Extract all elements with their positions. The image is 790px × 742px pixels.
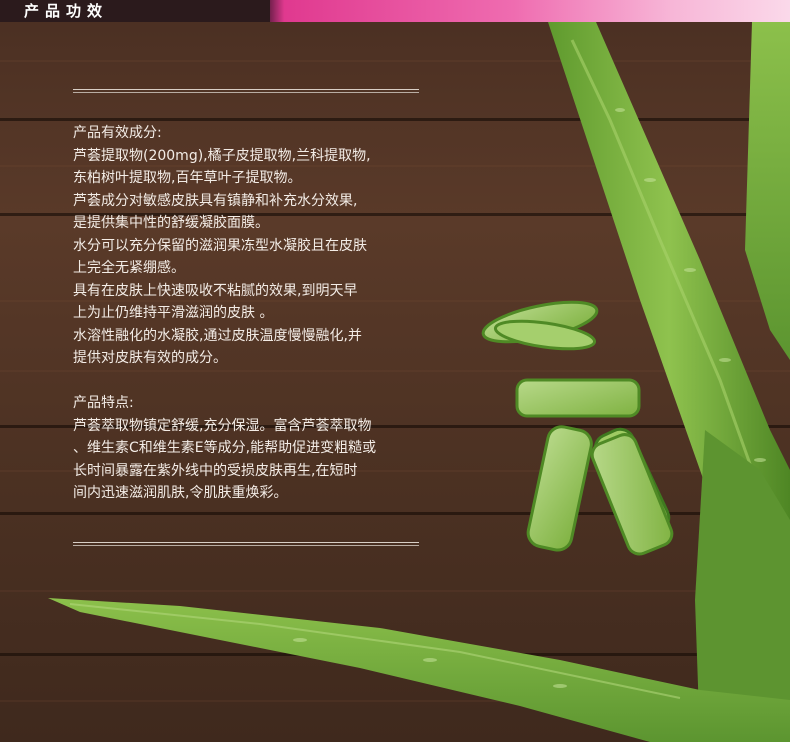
text-line: 水分可以充分保留的滋润果冻型水凝胶且在皮肤 bbox=[73, 237, 367, 254]
product-description: 产品有效成分: 芦荟提取物(200mg),橘子皮提取物,兰科提取物, 东柏树叶提… bbox=[73, 122, 433, 505]
text-line: 是提供集中性的舒缓凝胶面膜。 bbox=[73, 215, 269, 231]
text-line: 芦荟提取物(200mg),橘子皮提取物,兰科提取物, bbox=[73, 147, 371, 164]
section-heading: 产品特点: bbox=[73, 395, 134, 411]
aloe-leaf-right bbox=[745, 22, 790, 360]
bottom-divider bbox=[73, 542, 419, 546]
text-line: 、维生素C和维生素E等成分,能帮助促进变粗糙或 bbox=[73, 440, 377, 456]
section-heading: 产品有效成分: bbox=[73, 125, 162, 141]
text-line: 上完全无紧绷感。 bbox=[73, 260, 185, 276]
aloe-cut-piece bbox=[590, 433, 674, 556]
aloe-cut-piece bbox=[515, 378, 641, 418]
text-line: 水溶性融化的水凝胶,通过皮肤温度慢慢融化,并 bbox=[73, 327, 362, 344]
aloe-cut-piece bbox=[526, 425, 593, 552]
text-line: 长时间暴露在紫外线中的受损皮肤再生,在短时 bbox=[73, 462, 358, 479]
product-effects-panel: 产品功效 产品有效成分: 芦荟提取物(200mg),橘子皮提取物,兰科提取物, … bbox=[0, 0, 790, 742]
aloe-leaf-bottom bbox=[48, 598, 790, 742]
text-line: 间内迅速滋润肌肤,令肌肤重焕彩。 bbox=[73, 485, 288, 501]
header-title: 产品功效 bbox=[24, 2, 109, 20]
text-line: 提供对皮肤有效的成分。 bbox=[73, 350, 227, 366]
text-line: 上为止仍维持平滑滋润的皮肤 。 bbox=[73, 305, 274, 321]
text-line: 东柏树叶提取物,百年草叶子提取物。 bbox=[73, 170, 302, 186]
text-line: 具有在皮肤上快速吸收不粘腻的效果,到明天早 bbox=[73, 282, 358, 299]
text-line: 芦荟萃取物镇定舒缓,充分保湿。富含芦荟萃取物 bbox=[73, 417, 372, 434]
text-line: 芦荟成分对敏感皮肤具有镇静和补充水分效果, bbox=[73, 192, 358, 209]
top-divider bbox=[73, 89, 419, 93]
header-bar: 产品功效 bbox=[0, 0, 790, 22]
